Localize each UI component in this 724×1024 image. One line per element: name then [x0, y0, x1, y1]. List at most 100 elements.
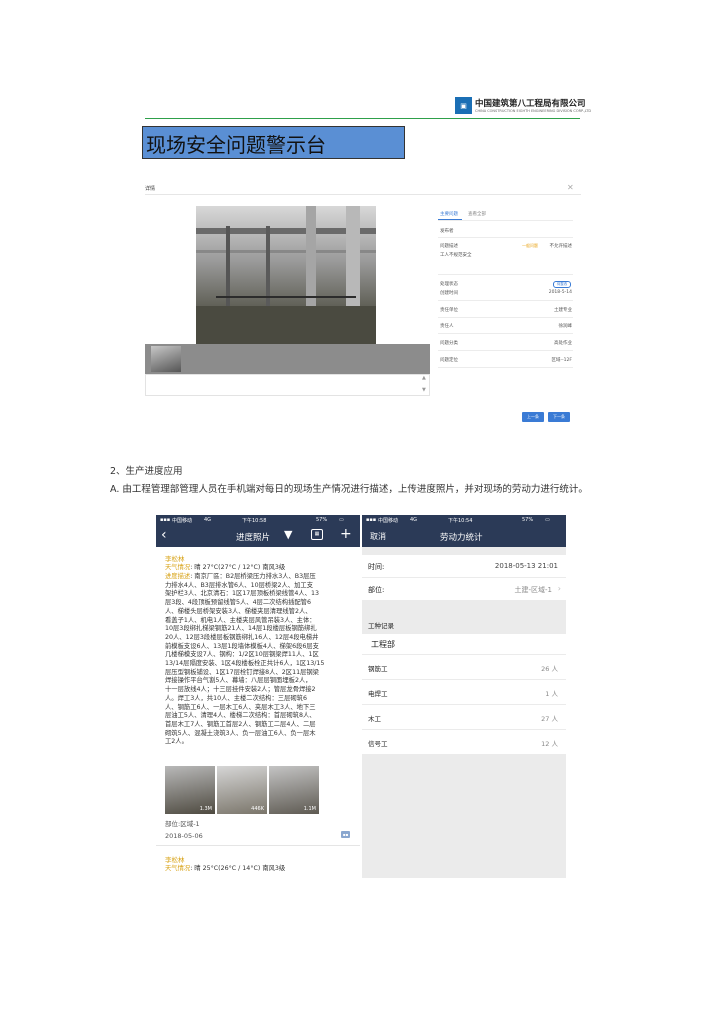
field-value-unit: 土建专业 — [554, 308, 572, 313]
progress-line: 架护栏3人、北京清石：1区17层顶板桥梁线管4人、13 — [165, 590, 319, 598]
form-divider — [438, 237, 573, 238]
battery-icon: ▭ — [545, 517, 550, 523]
author-name: 李松林 — [165, 555, 185, 563]
progress-line: 13/14层隔度安装、1区4段楼板栓正共计6人，1区13/15 — [165, 660, 325, 668]
progress-description: 进度描述: 南京厂區：B2层桥梁压力排水3人、B3层压 力排水4人、B3层排水管… — [165, 573, 324, 747]
progress-line: 层3段、4段顶板预留线管5人、4层二次结构插配管6 — [165, 599, 311, 607]
trade-row[interactable]: 信号工 12 人 — [362, 730, 566, 754]
section-paragraph: A. 由工程管理部管理人员在手机端对每日的现场生产情况进行描述，上传进度照片，并… — [110, 484, 588, 495]
photo-size: 446K — [251, 806, 264, 812]
progress-line: 砌筑5人、混凝土浇筑3人、负一层油工6人、负一层木 — [165, 729, 316, 737]
weather-line: 天气情况: 晴 25°C(26°C / 14°C) 南风3级 — [165, 865, 285, 874]
page-title: 现场安全问题警示台 — [146, 133, 326, 157]
location-label: 部位:区域-1 — [165, 820, 200, 828]
battery-label: 57% — [316, 517, 328, 523]
weather-label: 天气情况 — [165, 865, 191, 872]
tab-view-all[interactable]: 查看全部 — [468, 211, 486, 217]
progress-line: 人、梯楼头层桥架安装3人、梯楼夹层清理线管2人、 — [165, 607, 312, 615]
trade-row[interactable]: 钢筋工 26 人 — [362, 655, 566, 679]
photo-thumbnail[interactable] — [151, 346, 181, 372]
scroll-down-icon[interactable]: ▼ — [422, 387, 426, 393]
close-icon[interactable]: ✕ — [567, 183, 574, 192]
warn-tag: 一般问题 — [522, 243, 538, 248]
form-divider — [438, 300, 573, 301]
time-row[interactable]: 时间: 2018-05-13 21:01 — [362, 555, 566, 577]
detail-divider — [145, 194, 581, 195]
progress-photos-screen: ▪▪▪ 中国移动 4G 下午10:58 57% ▭ ‹ 进度照片 ▼ ▦ + 李… — [156, 515, 360, 878]
tab-main-issue[interactable]: 主要问题 — [440, 211, 458, 217]
network-label: 4G — [204, 517, 212, 523]
trade-label: 电焊工 — [368, 690, 388, 698]
trade-count: 12 人 — [541, 740, 558, 748]
field-label-owner: 责任人 — [440, 324, 454, 329]
header-divider — [145, 118, 580, 119]
status-bar: ▪▪▪ 中国移动 4G 下午10:54 57% ▭ — [362, 515, 566, 525]
form-divider — [438, 317, 573, 318]
form-divider — [438, 220, 573, 221]
form-divider — [438, 274, 573, 275]
trade-label: 信号工 — [368, 740, 388, 748]
prev-button[interactable]: 上一条 — [522, 412, 544, 422]
message-icon[interactable]: ▪▪ — [341, 831, 350, 838]
field-label-created: 创建时间 — [440, 291, 458, 296]
photo-thumbnail-strip — [145, 344, 430, 374]
company-logo-icon: ▣ — [455, 97, 472, 114]
field-label-status: 处理状态 — [440, 282, 458, 287]
dept-row[interactable]: 部位: 土建-区域-1 › — [362, 578, 566, 600]
progress-line: 看盖子1人、机电1人、主楼夹层风管吊装3人、主体： — [165, 616, 316, 624]
progress-photo-2[interactable]: 446K — [217, 766, 267, 814]
chevron-left-icon[interactable]: ‹ — [161, 527, 167, 543]
calendar-icon[interactable]: ▦ — [311, 529, 323, 540]
next-button[interactable]: 下一条 — [548, 412, 570, 422]
field-value-owner: 徐润峰 — [558, 324, 573, 329]
time-label: 时间: — [368, 563, 385, 571]
cancel-button[interactable]: 取消 — [370, 531, 386, 542]
progress-line: 十一层放线4人；十三层挂件安装2人；管层龙骨焊接2 — [165, 686, 316, 694]
status-badge: 待整改 — [553, 281, 571, 288]
signal-icon: ▪▪▪ — [366, 517, 377, 523]
carrier-label: 中国移动 — [172, 518, 193, 524]
weather-value: : 晴 27°C(27°C / 12°C) 南风3级 — [190, 564, 286, 571]
group-header: 工程部 — [362, 634, 566, 654]
battery-icon: ▭ — [339, 517, 344, 523]
photo-size: 1.3M — [199, 806, 212, 812]
field-label-location: 问题定位 — [440, 358, 458, 363]
field-value-created: 2018-5-14 — [548, 290, 572, 295]
field-label-publisher: 发布者 — [440, 229, 454, 234]
trade-label: 木工 — [368, 715, 381, 723]
comment-field[interactable] — [145, 374, 430, 396]
network-label: 4G — [410, 517, 418, 523]
clock: 下午10:54 — [448, 518, 473, 524]
trade-row[interactable]: 木工 27 人 — [362, 705, 566, 729]
company-name-en: CHINA CONSTRUCTION EIGHTH ENGINEERING DI… — [475, 109, 592, 113]
labor-stats-screen: ▪▪▪ 中国移动 4G 下午10:54 57% ▭ 取消 劳动力统计 时间: 2… — [362, 515, 566, 878]
status-bar: ▪▪▪ 中国移动 4G 下午10:58 57% ▭ — [156, 515, 360, 525]
dept-value: 土建-区域-1 — [514, 586, 552, 594]
signal-icon: ▪▪▪ — [160, 517, 171, 523]
field-label-category: 问题分类 — [440, 341, 458, 346]
field-value-description: 不允许描述 — [549, 244, 573, 249]
field-label-unit: 责任单位 — [440, 308, 458, 313]
filter-icon[interactable]: ▼ — [284, 528, 292, 541]
progress-photo-1[interactable]: 1.3M — [165, 766, 215, 814]
plus-icon[interactable]: + — [340, 526, 352, 542]
form-divider — [438, 333, 573, 334]
time-value: 2018-05-13 21:01 — [494, 562, 558, 570]
field-value-location: 区域--12F — [551, 358, 572, 363]
trade-label: 钢筋工 — [368, 665, 388, 673]
scroll-up-icon[interactable]: ▲ — [422, 375, 426, 381]
field-label-description: 问题描述 — [440, 244, 458, 249]
trade-count: 1 人 — [545, 690, 558, 698]
progress-line: 焊接操作平台气割5人、幕墙：八层层钢面埋板2人， — [165, 677, 312, 685]
trade-row[interactable]: 电焊工 1 人 — [362, 680, 566, 704]
progress-photo-3[interactable]: 1.1M — [269, 766, 319, 814]
company-name-cn: 中国建筑第八工程局有限公司 — [475, 99, 586, 109]
section-label: 工种记录 — [368, 622, 394, 630]
form-divider — [438, 350, 573, 351]
weather-line: 天气情况: 晴 27°C(27°C / 12°C) 南风3级 — [165, 564, 285, 573]
site-photo — [196, 206, 376, 344]
progress-line: 人、钢筋工6人、一层木工6人、夹层木工3人、地下三 — [165, 703, 316, 711]
field-description-text: 工人不规范安全 — [440, 253, 472, 258]
weather-label: 天气情况 — [165, 564, 191, 571]
trade-count: 27 人 — [541, 715, 558, 723]
